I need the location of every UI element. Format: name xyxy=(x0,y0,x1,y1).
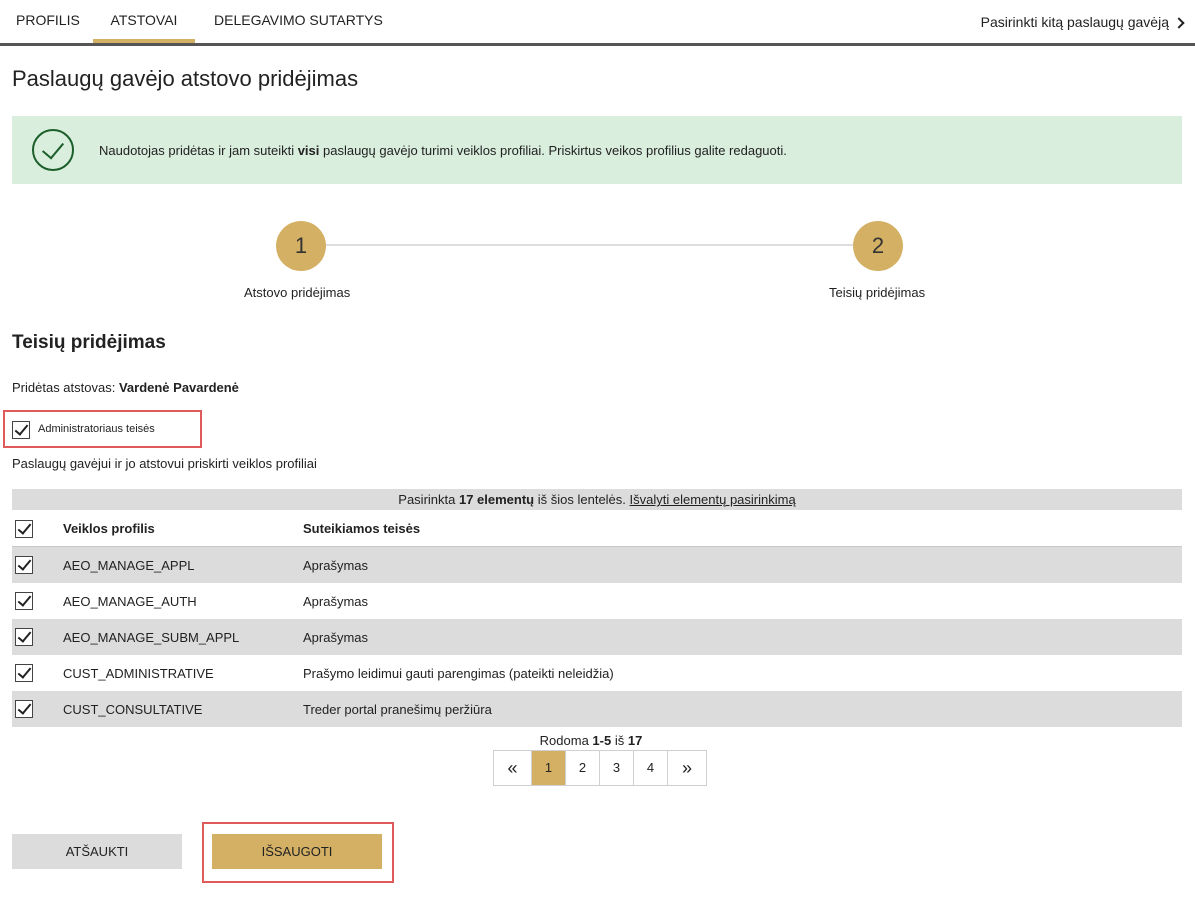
row-profile: AEO_MANAGE_AUTH xyxy=(63,594,197,609)
row-rights: Aprašymas xyxy=(303,630,369,645)
row-checkbox[interactable] xyxy=(15,628,33,646)
admin-rights-label[interactable]: Administratoriaus teisės xyxy=(38,423,155,435)
check-circle-icon xyxy=(32,129,74,171)
row-rights: Prašymo leidimui gauti parengimas (patei… xyxy=(303,666,614,681)
header-rights: Suteikiamos teisės xyxy=(303,521,421,536)
row-profile: AEO_MANAGE_APPL xyxy=(63,558,195,573)
profiles-table: Veiklos profilis Suteikiamos teisės AEO_… xyxy=(12,511,1182,727)
row-profile: AEO_MANAGE_SUBM_APPL xyxy=(63,630,240,645)
step-1-circle: 1 xyxy=(276,221,326,271)
selection-middle: iš šios lentelės. xyxy=(534,492,630,507)
tab-delegavimo-sutartys[interactable]: DELEGAVIMO SUTARTYS xyxy=(214,0,383,43)
select-all-checkbox[interactable] xyxy=(15,520,33,538)
row-rights: Aprašymas xyxy=(303,558,369,573)
tab-atstovai[interactable]: ATSTOVAI xyxy=(93,0,195,43)
alert-text-after: paslaugų gavėjo turimi veiklos profiliai… xyxy=(319,143,787,158)
section-title: Teisių pridėjimas xyxy=(12,332,166,353)
table-row: AEO_MANAGE_APPL Aprašymas xyxy=(12,547,1182,583)
last-page-button[interactable]: » xyxy=(668,751,706,785)
tab-profilis[interactable]: PROFILIS xyxy=(16,0,80,43)
row-rights: Aprašymas xyxy=(303,594,369,609)
page-1-button[interactable]: 1 xyxy=(532,751,566,785)
switch-link-label: Pasirinkti kitą paslaugų gavėją xyxy=(980,13,1169,30)
switch-service-recipient-link[interactable]: Pasirinkti kitą paslaugų gavėją xyxy=(980,0,1185,43)
admin-rights-checkbox[interactable] xyxy=(12,421,30,439)
success-alert: Naudotojas pridėtas ir jam suteikti visi… xyxy=(12,116,1182,184)
table-row: CUST_CONSULTATIVE Treder portal pranešim… xyxy=(12,691,1182,727)
step-2-circle: 2 xyxy=(853,221,903,271)
save-button[interactable]: IŠSAUGOTI xyxy=(212,834,382,869)
table-row: CUST_ADMINISTRATIVE Prašymo leidimui gau… xyxy=(12,655,1182,691)
selection-info-bar: Pasirinkta 17 elementų iš šios lentelės.… xyxy=(12,489,1182,510)
page-title: Paslaugų gavėjo atstovo pridėjimas xyxy=(12,66,359,91)
step-1-label: Atstovo pridėjimas xyxy=(244,285,351,300)
added-rep-label: Pridėtas atstovas: xyxy=(12,380,119,395)
clear-selection-link[interactable]: Išvalyti elementų pasirinkimą xyxy=(630,492,796,507)
row-checkbox[interactable] xyxy=(15,700,33,718)
added-representative: Pridėtas atstovas: Vardenė Pavardenė xyxy=(12,380,239,395)
selection-count: 17 elementų xyxy=(458,492,535,507)
cancel-button[interactable]: ATŠAUKTI xyxy=(12,834,182,869)
first-page-button[interactable]: « xyxy=(494,751,532,785)
header-profile: Veiklos profilis xyxy=(63,521,155,536)
chevron-right-icon xyxy=(1173,16,1185,29)
stepper-line xyxy=(325,244,853,246)
top-nav: PROFILIS ATSTOVAI DELEGAVIMO SUTARTYS Pa… xyxy=(0,0,1195,46)
showing-total: 17 xyxy=(627,733,643,748)
page-2-button[interactable]: 2 xyxy=(566,751,600,785)
showing-of: iš xyxy=(611,733,628,748)
row-profile: CUST_ADMINISTRATIVE xyxy=(63,666,214,681)
added-rep-name: Vardenė Pavardenė xyxy=(118,380,239,395)
showing-range: 1-5 xyxy=(592,733,612,748)
alert-message: Naudotojas pridėtas ir jam suteikti visi… xyxy=(99,143,787,158)
paging-summary: Rodoma 1-5 iš 17 xyxy=(0,733,1195,748)
selection-prefix: Pasirinkta xyxy=(398,492,459,507)
page-4-button[interactable]: 4 xyxy=(634,751,668,785)
alert-text-bold: visi xyxy=(297,143,320,158)
pagination: « 1 2 3 4 » xyxy=(493,750,707,786)
table-row: AEO_MANAGE_AUTH Aprašymas xyxy=(12,583,1182,619)
step-2-label: Teisių pridėjimas xyxy=(829,285,926,300)
alert-text-before: Naudotojas pridėtas ir jam suteikti xyxy=(99,143,298,158)
row-checkbox[interactable] xyxy=(15,556,33,574)
showing-prefix: Rodoma xyxy=(539,733,593,748)
row-rights: Treder portal pranešimų peržiūra xyxy=(303,702,492,717)
page-3-button[interactable]: 3 xyxy=(600,751,634,785)
assigned-profiles-label: Paslaugų gavėjui ir jo atstovui priskirt… xyxy=(12,456,317,471)
row-profile: CUST_CONSULTATIVE xyxy=(63,702,203,717)
row-checkbox[interactable] xyxy=(15,664,33,682)
table-row: AEO_MANAGE_SUBM_APPL Aprašymas xyxy=(12,619,1182,655)
table-header-row: Veiklos profilis Suteikiamos teisės xyxy=(12,511,1182,547)
row-checkbox[interactable] xyxy=(15,592,33,610)
